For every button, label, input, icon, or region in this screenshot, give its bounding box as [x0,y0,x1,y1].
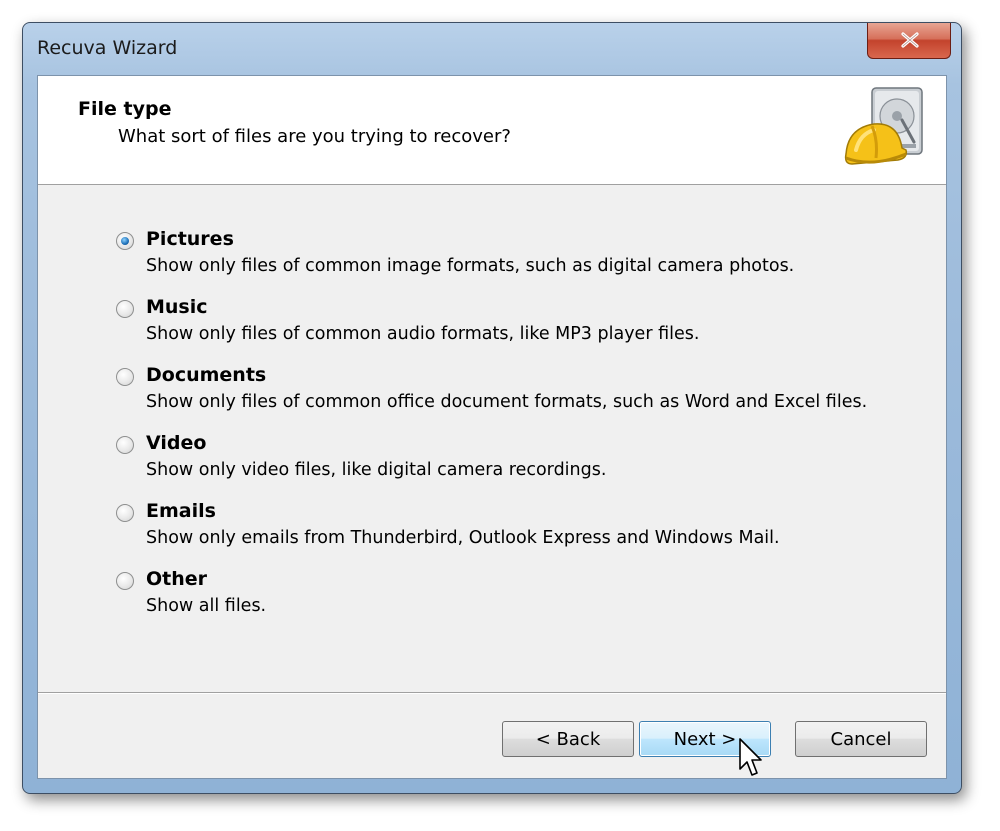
radio-documents[interactable] [116,368,134,386]
file-type-options: Pictures Show only files of common image… [116,228,916,636]
option-label[interactable]: Documents [146,364,266,386]
radio-emails[interactable] [116,504,134,522]
option-label[interactable]: Music [146,296,208,318]
option-description: Show all files. [146,596,267,616]
cancel-button[interactable]: Cancel [795,721,927,757]
option-description: Show only emails from Thunderbird, Outlo… [146,528,780,548]
title-bar[interactable]: Recuva Wizard [23,23,961,75]
option-emails[interactable]: Emails Show only emails from Thunderbird… [116,500,916,568]
wizard-header: File type What sort of files are you try… [38,76,946,185]
footer-divider [38,692,946,694]
window-title: Recuva Wizard [37,37,178,59]
back-button[interactable]: < Back [502,721,634,757]
option-music[interactable]: Music Show only files of common audio fo… [116,296,916,364]
option-description: Show only files of common office documen… [146,392,868,412]
option-label[interactable]: Emails [146,500,216,522]
radio-other[interactable] [116,572,134,590]
option-label[interactable]: Video [146,432,206,454]
option-description: Show only files of common audio formats,… [146,324,700,344]
page-subtitle: What sort of files are you trying to rec… [118,126,511,147]
radio-pictures[interactable] [116,232,134,250]
option-label[interactable]: Pictures [146,228,234,250]
page-title: File type [78,98,172,120]
recuva-logo-icon [844,87,923,165]
mouse-cursor-icon [739,738,762,776]
wizard-window: Recuva Wizard File type What sort of fil… [22,22,962,794]
close-button[interactable] [867,23,951,59]
option-documents[interactable]: Documents Show only files of common offi… [116,364,916,432]
option-other[interactable]: Other Show all files. [116,568,916,636]
option-label[interactable]: Other [146,568,207,590]
wizard-client-area: File type What sort of files are you try… [37,75,947,779]
radio-video[interactable] [116,436,134,454]
close-icon [901,32,919,48]
option-description: Show only video files, like digital came… [146,460,607,480]
option-video[interactable]: Video Show only video files, like digita… [116,432,916,500]
radio-music[interactable] [116,300,134,318]
option-pictures[interactable]: Pictures Show only files of common image… [116,228,916,296]
option-description: Show only files of common image formats,… [146,256,795,276]
